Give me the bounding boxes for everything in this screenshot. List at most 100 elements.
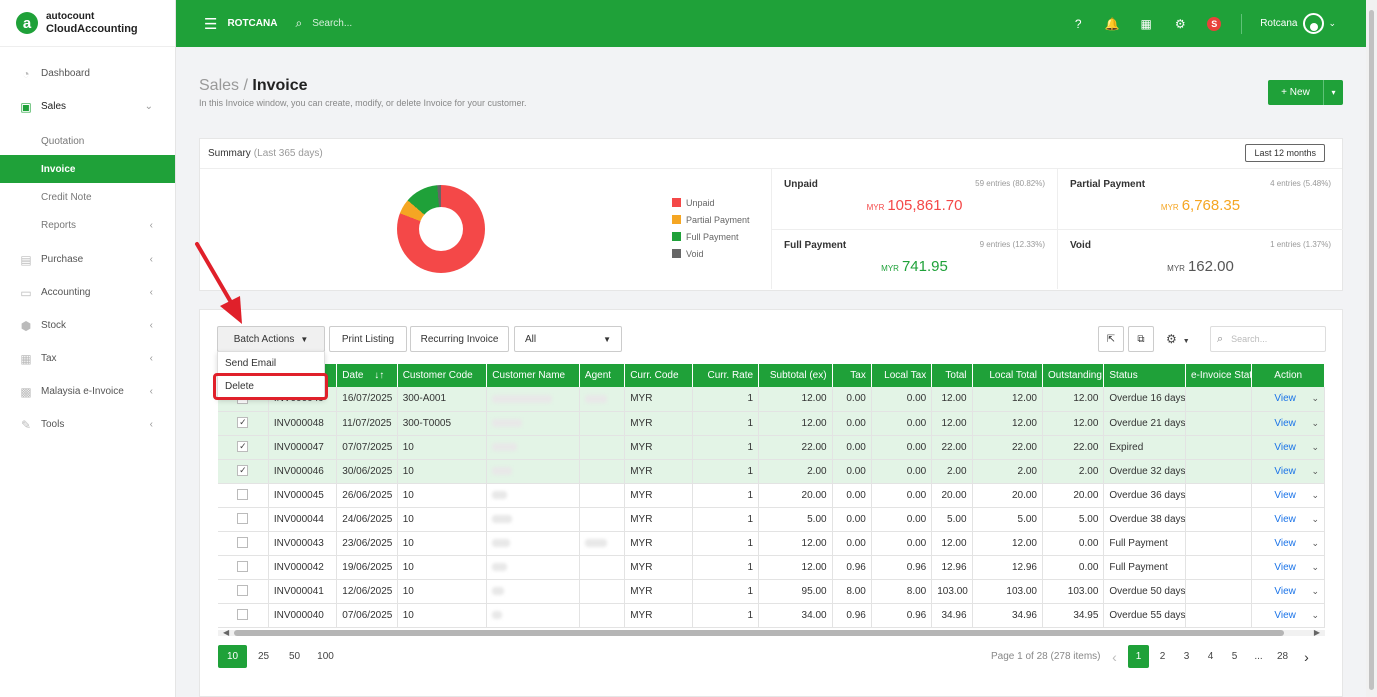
- apps-grid-icon[interactable]: ▦: [1129, 17, 1163, 31]
- chevron-down-icon[interactable]: ⌄: [1311, 610, 1319, 621]
- column-header-curr-rate[interactable]: Curr. Rate: [692, 364, 760, 387]
- row-checkbox-cell[interactable]: [218, 579, 269, 604]
- table-row[interactable]: ✓ INV000048 11/07/2025 300-T0005 MYR 1 12.00 0.…: [218, 411, 1325, 436]
- view-link[interactable]: View: [1274, 514, 1296, 525]
- next-page-icon[interactable]: ›: [1296, 645, 1317, 668]
- row-checkbox[interactable]: [237, 513, 249, 525]
- sidebar-subitem-quotation[interactable]: Quotation: [0, 127, 175, 155]
- page-size-option[interactable]: 25: [249, 645, 278, 668]
- column-header-customer-name[interactable]: Customer Name: [486, 364, 580, 387]
- chevron-down-icon[interactable]: ⌄: [1311, 418, 1319, 429]
- recurring-invoice-button[interactable]: Recurring Invoice: [410, 326, 509, 352]
- chevron-down-icon[interactable]: ⌄: [1311, 514, 1319, 525]
- bell-icon[interactable]: 🔔: [1095, 17, 1129, 31]
- page-button[interactable]: 5: [1224, 645, 1245, 668]
- row-checkbox[interactable]: [237, 561, 249, 573]
- sidebar-subitem-invoice[interactable]: Invoice: [0, 155, 175, 183]
- column-settings-gear-icon[interactable]: ⚙ ▼: [1166, 332, 1190, 346]
- export-icon[interactable]: ⇱: [1098, 326, 1124, 352]
- view-link[interactable]: View: [1274, 562, 1296, 573]
- table-row[interactable]: INV000042 19/06/2025 10 MYR 1 12.00 0.96 0.96 12…: [218, 555, 1325, 580]
- column-header-subtotal[interactable]: Subtotal (ex): [758, 364, 833, 387]
- legend-item-unpaid[interactable]: Unpaid: [672, 194, 750, 211]
- chevron-down-icon[interactable]: ⌄: [1311, 562, 1319, 573]
- column-header-date[interactable]: Date ↓↑: [336, 364, 398, 387]
- company-name[interactable]: ROTCANA: [227, 18, 277, 29]
- gear-icon[interactable]: ⚙: [1163, 17, 1197, 31]
- brand[interactable]: a autocount CloudAccounting: [0, 0, 175, 47]
- scroll-left-arrow-icon[interactable]: ◀: [223, 628, 229, 637]
- page-size-option[interactable]: 10: [218, 645, 247, 668]
- table-row[interactable]: INV00004916/07/2025300-A001MYR112.000.00…: [218, 387, 1325, 412]
- page-size-option[interactable]: 100: [311, 645, 340, 668]
- row-checkbox-cell[interactable]: ✓: [218, 435, 269, 460]
- column-header-local-tax[interactable]: Local Tax: [871, 364, 933, 387]
- page-button[interactable]: 3: [1176, 645, 1197, 668]
- view-link[interactable]: View: [1274, 466, 1296, 477]
- row-checkbox[interactable]: [237, 609, 249, 621]
- row-checkbox[interactable]: [237, 585, 249, 597]
- view-link[interactable]: View: [1274, 538, 1296, 549]
- legend-item-partial[interactable]: Partial Payment: [672, 211, 750, 228]
- view-link[interactable]: View: [1274, 442, 1296, 453]
- table-horizontal-scrollbar[interactable]: ◀ ▶: [218, 628, 1325, 638]
- table-row[interactable]: INV000044 24/06/2025 10 MYR 1 5.00 0.00 0.00 5.0…: [218, 507, 1325, 532]
- last-12-months-button[interactable]: Last 12 months: [1245, 144, 1325, 162]
- column-header-curr-code[interactable]: Curr. Code: [624, 364, 693, 387]
- chevron-down-icon[interactable]: ▾: [1324, 88, 1343, 97]
- table-row[interactable]: INV000043 23/06/2025 10 MYR 1 12.00 0.00 0.00 12…: [218, 531, 1325, 556]
- status-filter-select[interactable]: All ▼: [514, 326, 622, 352]
- column-header-status[interactable]: Status: [1103, 364, 1186, 387]
- sidebar-item-malaysia-einvoice[interactable]: ▩ Malaysia e-Invoice ‹: [0, 375, 175, 408]
- column-header-total[interactable]: Total: [931, 364, 973, 387]
- table-row[interactable]: INV000041 12/06/2025 10 MYR 1 95.00 8.00 8.00 10…: [218, 579, 1325, 604]
- avatar[interactable]: [1303, 13, 1325, 34]
- sidebar-item-tools[interactable]: ✎ Tools ‹: [0, 408, 175, 441]
- row-checkbox-cell[interactable]: ✓: [218, 411, 269, 436]
- sidebar-item-tax[interactable]: ▦ Tax ‹: [0, 342, 175, 375]
- chevron-down-icon[interactable]: ⌄: [1328, 18, 1336, 29]
- new-button[interactable]: + New ▾: [1268, 80, 1343, 105]
- row-checkbox[interactable]: ✓: [237, 441, 249, 453]
- row-checkbox-cell[interactable]: [218, 555, 269, 580]
- sidebar-subitem-credit-note[interactable]: Credit Note: [0, 183, 175, 211]
- sidebar-item-accounting[interactable]: ▭ Accounting ‹: [0, 276, 175, 309]
- row-checkbox-cell[interactable]: [218, 531, 269, 556]
- view-link[interactable]: View: [1274, 610, 1296, 621]
- row-checkbox[interactable]: [237, 537, 249, 549]
- row-checkbox-cell[interactable]: [218, 507, 269, 532]
- view-link[interactable]: View: [1274, 418, 1296, 429]
- column-header-agent[interactable]: Agent: [579, 364, 626, 387]
- sidebar-item-purchase[interactable]: ▤ Purchase ‹: [0, 243, 175, 276]
- row-checkbox-cell[interactable]: ✓: [218, 459, 269, 484]
- sidebar-subitem-reports[interactable]: Reports ‹: [0, 211, 175, 239]
- print-listing-button[interactable]: Print Listing: [329, 326, 407, 352]
- legend-item-void[interactable]: Void: [672, 245, 750, 262]
- row-checkbox-cell[interactable]: [218, 483, 269, 508]
- column-header-einvoice-status[interactable]: e-Invoice Status: [1185, 364, 1253, 387]
- menu-icon[interactable]: ☰: [204, 15, 217, 33]
- list-search-input[interactable]: ⌕ Search...: [1210, 326, 1326, 352]
- help-icon[interactable]: ?: [1061, 17, 1095, 31]
- page-button[interactable]: 28: [1272, 645, 1293, 668]
- subscription-badge[interactable]: S: [1207, 17, 1222, 31]
- column-header-local-total[interactable]: Local Total: [972, 364, 1043, 387]
- row-checkbox[interactable]: ✓: [237, 465, 249, 477]
- chevron-down-icon[interactable]: ⌄: [1311, 538, 1319, 549]
- page-button[interactable]: 2: [1152, 645, 1173, 668]
- table-row[interactable]: INV000040 07/06/2025 10 MYR 1 34.00 0.96 0.96 34…: [218, 603, 1325, 628]
- sidebar-item-stock[interactable]: ⬢ Stock ‹: [0, 309, 175, 342]
- menu-item-send-email[interactable]: Send Email: [218, 352, 324, 375]
- table-row[interactable]: INV000045 26/06/2025 10 MYR 1 20.00 0.00 0.00 20…: [218, 483, 1325, 508]
- chevron-down-icon[interactable]: ⌄: [1311, 442, 1319, 453]
- prev-page-icon[interactable]: ‹: [1104, 645, 1125, 668]
- page-button[interactable]: 4: [1200, 645, 1221, 668]
- chevron-down-icon[interactable]: ⌄: [1311, 466, 1319, 477]
- view-link[interactable]: View: [1274, 586, 1296, 597]
- sort-icon[interactable]: ↓↑: [374, 370, 384, 381]
- column-header-outstanding[interactable]: Outstanding: [1042, 364, 1105, 387]
- user-name[interactable]: Rotcana: [1260, 18, 1297, 29]
- legend-item-full[interactable]: Full Payment: [672, 228, 750, 245]
- global-search-input[interactable]: Search...: [312, 18, 352, 29]
- scroll-right-arrow-icon[interactable]: ▶: [1314, 628, 1320, 637]
